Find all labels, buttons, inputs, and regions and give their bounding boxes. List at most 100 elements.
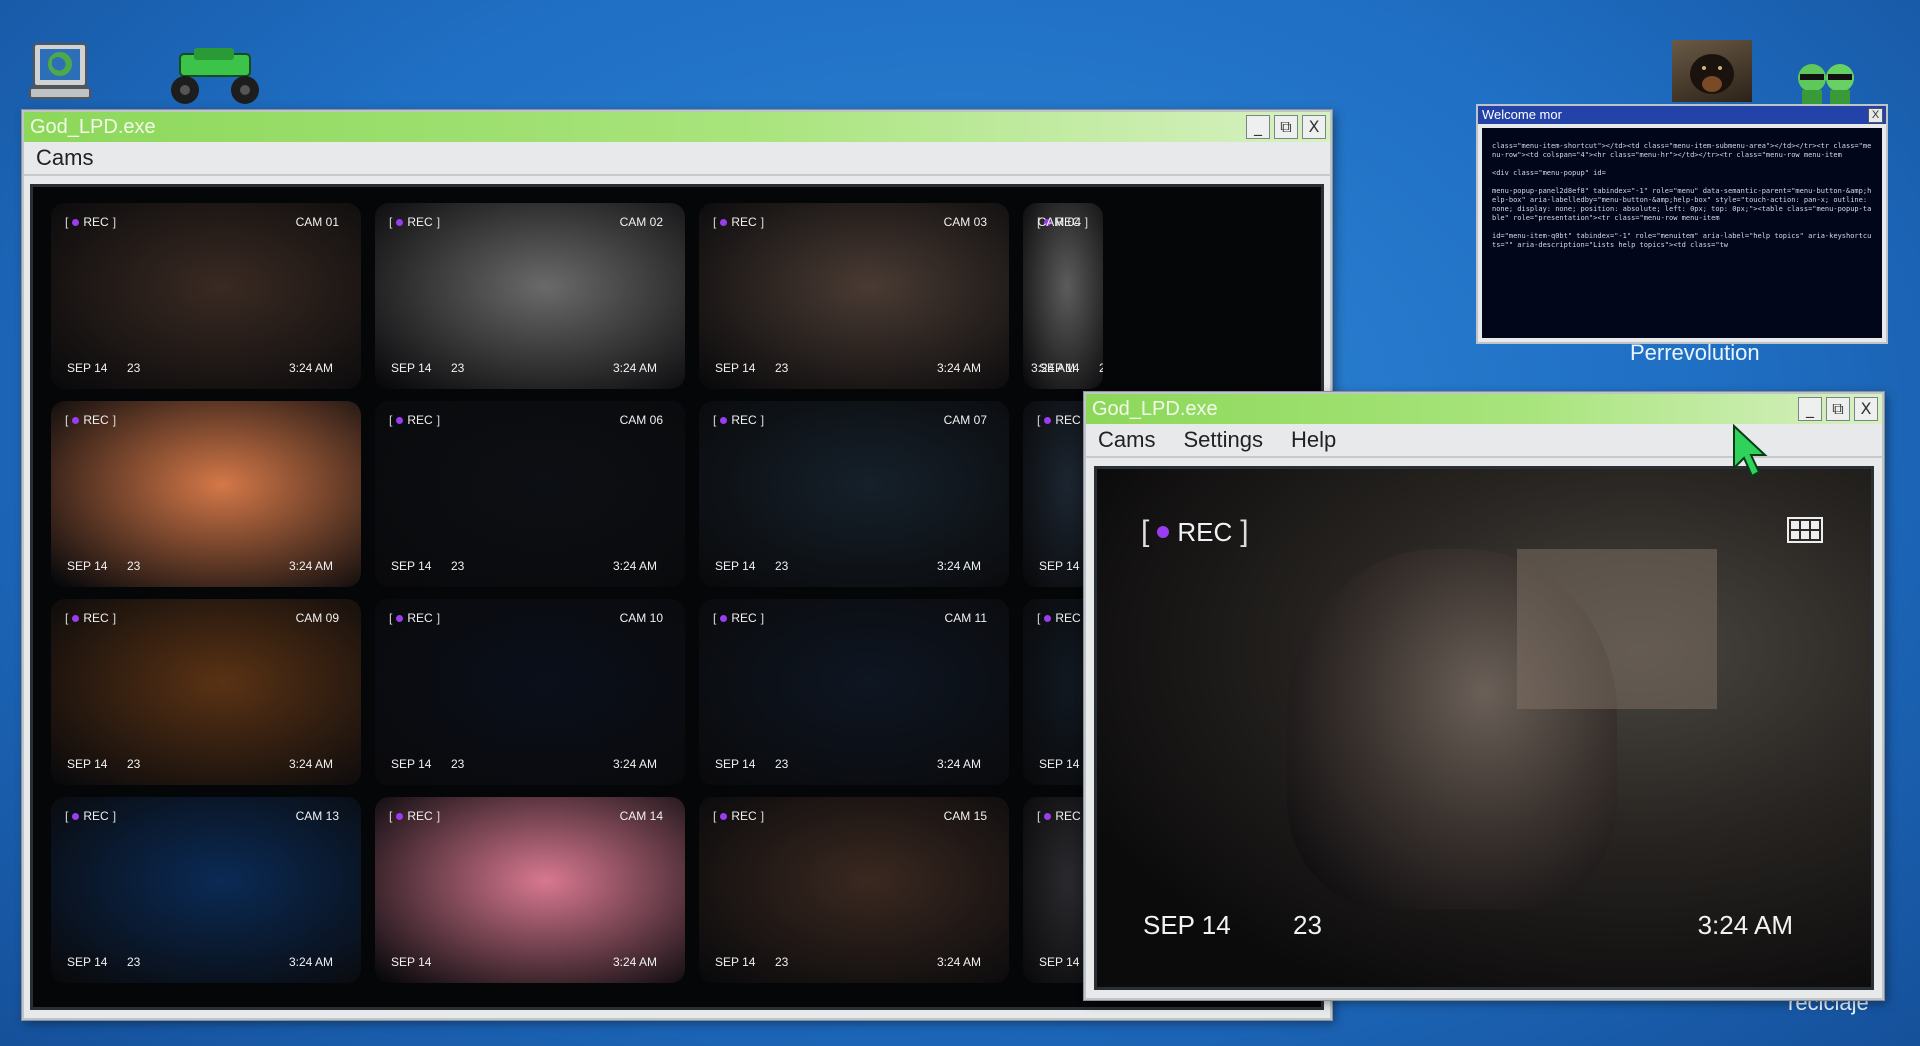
- cam-year: 23: [451, 757, 465, 771]
- cam-date: SEP 14: [391, 361, 432, 375]
- rec-indicator: [REC]: [389, 215, 440, 229]
- cam-time: 3:24 AM: [936, 757, 981, 771]
- cam-tile[interactable]: [REC]CAM 04SEP 14233:24 AM: [1023, 203, 1103, 389]
- cam-date: SEP 14: [1039, 757, 1080, 771]
- cam-tile[interactable]: [REC] CAM 13 SEP 14 23 3:24 AM: [51, 797, 361, 983]
- cam-tile[interactable]: [REC] CAM 11 SEP 14 23 3:24 AM: [699, 599, 1009, 785]
- rec-dot-icon: [1157, 526, 1170, 538]
- grid-view-icon[interactable]: [1787, 517, 1823, 543]
- rec-label: REC: [731, 215, 757, 229]
- rec-bracket-left: [: [713, 809, 717, 823]
- cam-date: SEP 14: [67, 559, 108, 573]
- cam-date: SEP 14: [715, 955, 756, 969]
- rec-indicator: [REC]: [713, 413, 764, 427]
- cam-tile[interactable]: [REC] CAM 14 SEP 14 3:24 AM: [375, 797, 685, 983]
- menu-help[interactable]: Help: [1279, 427, 1348, 453]
- rec-dot-icon: [396, 218, 404, 226]
- cam-date: SEP 14: [391, 757, 432, 771]
- rec-bracket-right: ]: [436, 809, 441, 823]
- cam-year: 23: [127, 955, 141, 969]
- cam-tile[interactable]: [REC] CAM 09 SEP 14 23 3:24 AM: [51, 599, 361, 785]
- minimize-button[interactable]: _: [1246, 115, 1270, 139]
- cam-time: 3:24 AM: [612, 559, 657, 573]
- cam-time: 3:24 AM: [936, 361, 981, 375]
- cam-viewer-window: God_LPD.exe _ ⧉ X Cams Settings Help [ R…: [1084, 392, 1884, 1000]
- rec-label: REC: [731, 809, 757, 823]
- rec-indicator: [REC]: [65, 215, 116, 229]
- cam-tile[interactable]: [REC] CAM 06 SEP 14 23 3:24 AM: [375, 401, 685, 587]
- rec-label: REC: [407, 809, 433, 823]
- rec-label: REC: [1055, 413, 1081, 427]
- rec-indicator: [REC]: [389, 611, 440, 625]
- rec-label: REC: [731, 413, 757, 427]
- rec-dot-icon: [72, 416, 80, 424]
- cam-tile[interactable]: [REC] CAM 02 SEP 14 23 3:24 AM: [375, 203, 685, 389]
- cam-time: 3:24 AM: [288, 559, 333, 573]
- cam-label: CAM 02: [619, 215, 663, 229]
- rec-indicator: [REC]: [1037, 611, 1088, 625]
- cam-tile[interactable]: [REC] SEP 14 23 3:24 AM: [51, 401, 361, 587]
- cam-tile[interactable]: [REC] CAM 03 SEP 14 23 3:24 AM: [699, 203, 1009, 389]
- rec-indicator: [REC]: [65, 413, 116, 427]
- rec-dot-icon: [396, 416, 404, 424]
- rec-bracket-left: [: [1141, 515, 1150, 548]
- viewer-minimize-button[interactable]: _: [1798, 397, 1822, 421]
- rec-bracket-right: ]: [112, 611, 117, 625]
- close-button[interactable]: X: [1302, 115, 1326, 139]
- cam-year: 23: [451, 559, 465, 573]
- viewer-close-button[interactable]: X: [1854, 397, 1878, 421]
- rec-bracket-left: [: [1037, 413, 1041, 427]
- viewer-title-bar[interactable]: God_LPD.exe _ ⧉ X: [1086, 394, 1882, 424]
- rec-indicator: [ REC]: [713, 809, 764, 823]
- menu-settings[interactable]: Settings: [1171, 427, 1275, 453]
- aliens-icon[interactable]: [1792, 60, 1862, 106]
- cam-date: SEP 14: [715, 757, 756, 771]
- rec-bracket-right: ]: [760, 215, 765, 229]
- viewer-restore-button[interactable]: ⧉: [1826, 397, 1850, 421]
- rec-dot-icon: [396, 614, 404, 622]
- rec-bracket-left: [: [1037, 611, 1041, 625]
- cam-date: SEP 14: [67, 955, 108, 969]
- cam-label: CAM 14: [619, 809, 663, 823]
- cam-time: 3:24 AM: [288, 361, 333, 375]
- computer-globe-icon[interactable]: [28, 40, 94, 106]
- rec-label: REC: [83, 413, 109, 427]
- rec-indicator: [REC]: [65, 809, 116, 823]
- perrevolution-label[interactable]: Perrevolution: [1630, 340, 1760, 366]
- cam-tile[interactable]: [REC] CAM 10 SEP 14 23 3:24 AM: [375, 599, 685, 785]
- cam-year: 23: [775, 559, 789, 573]
- cam-year: 23: [451, 361, 465, 375]
- rec-label: REC: [731, 611, 757, 625]
- welcome-close-button[interactable]: X: [1868, 108, 1883, 123]
- rec-indicator: [REC]: [389, 809, 440, 823]
- rec-bracket-left: [: [389, 215, 393, 229]
- cam-time: 3:24 AM: [936, 559, 981, 573]
- cam-year: 23: [127, 757, 141, 771]
- rec-bracket-right: ]: [1240, 515, 1249, 548]
- rec-bracket-right: ]: [436, 611, 441, 625]
- rec-bracket-right: ]: [436, 215, 441, 229]
- welcome-title-bar[interactable]: Welcome mor: [1478, 106, 1886, 124]
- cam-tile[interactable]: [REC] CAM 07 SEP 14 23 3:24 AM: [699, 401, 1009, 587]
- cam-label: CAM 15: [943, 809, 987, 823]
- rec-bracket-right: ]: [112, 413, 117, 427]
- cam-tile[interactable]: [REC] CAM 01 SEP 14 23 3:24 AM: [51, 203, 361, 389]
- monster-truck-icon[interactable]: [160, 46, 270, 108]
- cam-label: CAM 07: [943, 413, 987, 427]
- rec-bracket-right: ]: [760, 809, 765, 823]
- rec-dot-icon: [396, 812, 404, 820]
- rec-bracket-left: [: [1037, 809, 1041, 823]
- cam-year: 23: [127, 559, 141, 573]
- menu-bar: Cams: [24, 142, 1330, 176]
- rec-label: REC: [407, 413, 433, 427]
- rec-dot-icon: [1044, 614, 1052, 622]
- title-bar[interactable]: God_LPD.exe _ ⧉ X: [24, 112, 1330, 142]
- restore-button[interactable]: ⧉: [1274, 115, 1298, 139]
- menu-cams[interactable]: Cams: [24, 145, 105, 171]
- cam-tile[interactable]: [REC] CAM 15 SEP 14 23 3:24 AM: [699, 797, 1009, 983]
- rec-bracket-right: ]: [760, 611, 765, 625]
- menu-cams[interactable]: Cams: [1086, 427, 1167, 453]
- rec-label: REC: [83, 809, 109, 823]
- rottweiler-icon[interactable]: [1672, 40, 1752, 102]
- feed-time: 3:24 AM: [1697, 910, 1793, 940]
